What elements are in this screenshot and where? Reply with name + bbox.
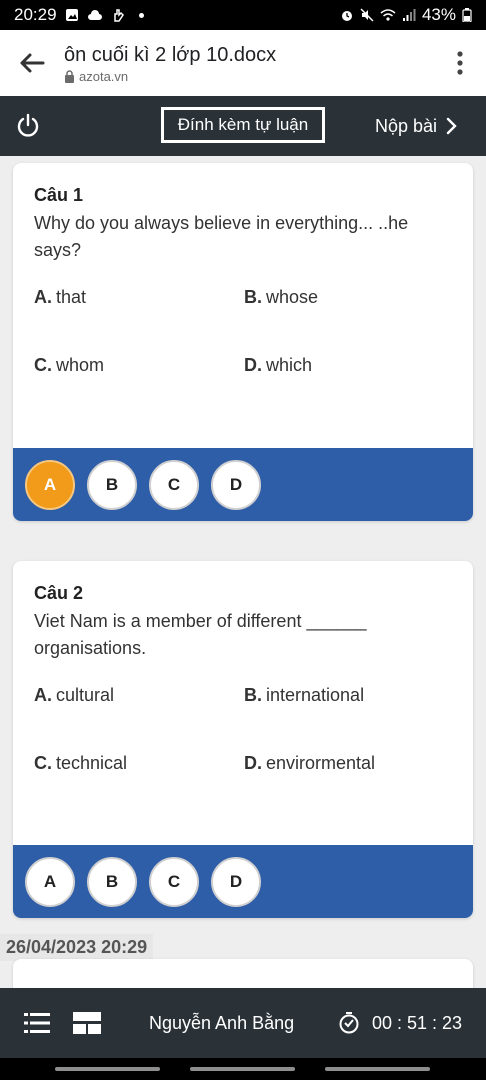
option-letter: B. <box>244 287 262 307</box>
alarm-icon <box>341 11 352 21</box>
option-a: A. that <box>34 284 244 352</box>
mute-icon <box>360 8 374 22</box>
url-block[interactable]: ôn cuối kì 2 lớp 10.docx azota.vn <box>64 43 434 84</box>
option-letter: C. <box>34 753 52 773</box>
layout-button[interactable] <box>62 988 112 1058</box>
power-icon <box>17 113 39 137</box>
back-button[interactable] <box>0 30 64 96</box>
answer-bar: A B C D <box>13 448 473 521</box>
option-text: technical <box>56 753 128 773</box>
question-text: Why do you always believe in everything.… <box>34 213 409 260</box>
option-text: cultural <box>56 685 115 705</box>
option-text: that <box>56 287 87 307</box>
option-text: whom <box>56 355 105 375</box>
question-list[interactable]: Câu 1 Why do you always believe in every… <box>0 156 486 988</box>
browser-bar: ôn cuối kì 2 lớp 10.docx azota.vn <box>0 30 486 96</box>
nav-pill-left[interactable] <box>55 1067 160 1071</box>
page-title: ôn cuối kì 2 lớp 10.docx <box>64 43 277 66</box>
option-text: international <box>266 685 365 705</box>
answer-button-a[interactable]: A <box>25 856 75 907</box>
question-list-button[interactable] <box>12 988 62 1058</box>
more-vert-icon <box>457 51 463 75</box>
bottom-bar: Nguyễn Anh Bằng 00 : 51 : 23 <box>0 988 486 1058</box>
exam-toolbar: Đính kèm tự luận Nộp bài <box>0 96 486 156</box>
chevron-right-icon <box>446 117 457 135</box>
option-d: D. envirormental <box>244 750 454 818</box>
notification-dot <box>138 12 144 18</box>
battery-percent: 43% <box>421 5 456 24</box>
option-letter: D. <box>244 753 262 773</box>
question-card-partial <box>13 959 473 988</box>
option-a: A. cultural <box>34 682 244 750</box>
question-card: Câu 1 Why do you always believe in every… <box>13 163 473 521</box>
submit-label: Nộp bài <box>375 115 438 136</box>
option-letter: D. <box>244 355 262 375</box>
option-letter: B. <box>244 685 262 705</box>
gallery-icon <box>65 9 78 21</box>
option-c: C. whom <box>34 352 244 420</box>
answer-button-a[interactable]: A <box>25 459 75 510</box>
list-icon <box>24 1013 50 1033</box>
answer-button-d[interactable]: D <box>211 459 261 510</box>
submit-button[interactable]: Nộp bài <box>375 96 457 156</box>
option-letter: A. <box>34 685 52 705</box>
answer-bar: A B C D <box>13 845 473 918</box>
domain-row: azota.vn <box>64 69 434 84</box>
nav-pill-right[interactable] <box>325 1067 430 1071</box>
answer-button-c[interactable]: C <box>149 459 199 510</box>
option-c: C. technical <box>34 750 244 818</box>
options-grid: A. cultural B. international C. technical D… <box>34 682 452 818</box>
wifi-icon <box>380 9 396 21</box>
answer-button-b[interactable]: B <box>87 459 137 510</box>
options-grid: A. that B. whose C. whom D. which <box>34 284 452 420</box>
option-letter: A. <box>34 287 52 307</box>
gesture-icon <box>113 9 124 22</box>
answer-button-b[interactable]: B <box>87 856 137 907</box>
system-nav-bar <box>0 1058 486 1080</box>
arrow-left-icon <box>20 53 45 73</box>
timestamp-overlay: 26/04/2023 20:29 <box>0 934 154 961</box>
battery-icon <box>462 8 472 22</box>
lock-icon <box>65 69 74 83</box>
option-b: B. whose <box>244 284 454 352</box>
timer: 00 : 51 : 23 <box>338 988 462 1058</box>
status-bar: 20:29 43% <box>0 0 486 30</box>
browser-menu-button[interactable] <box>434 30 486 96</box>
signal-icon <box>402 9 416 21</box>
option-letter: C. <box>34 355 52 375</box>
nav-pill-center[interactable] <box>190 1067 295 1071</box>
status-time: 20:29 <box>14 5 57 24</box>
timer-value: 00 : 51 : 23 <box>372 1012 463 1033</box>
question-number: Câu 2 <box>34 583 84 603</box>
layout-icon <box>73 1012 101 1034</box>
answer-button-d[interactable]: D <box>211 856 261 907</box>
attach-essay-button[interactable]: Đính kèm tự luận <box>161 107 325 143</box>
domain-text: azota.vn <box>79 68 129 84</box>
option-text: whose <box>266 287 319 307</box>
exit-button[interactable] <box>0 96 56 156</box>
timer-icon <box>339 1012 359 1034</box>
question-card: Câu 2 Viet Nam is a member of different … <box>13 561 473 918</box>
answer-button-c[interactable]: C <box>149 856 199 907</box>
cloud-icon <box>87 10 102 20</box>
option-b: B. international <box>244 682 454 750</box>
option-text: envirormental <box>266 753 376 773</box>
option-d: D. which <box>244 352 454 420</box>
option-text: which <box>266 355 313 375</box>
student-name: Nguyễn Anh Bằng <box>149 1012 295 1033</box>
question-number: Câu 1 <box>34 185 84 205</box>
question-text: Viet Nam is a member of different ______… <box>34 611 367 658</box>
